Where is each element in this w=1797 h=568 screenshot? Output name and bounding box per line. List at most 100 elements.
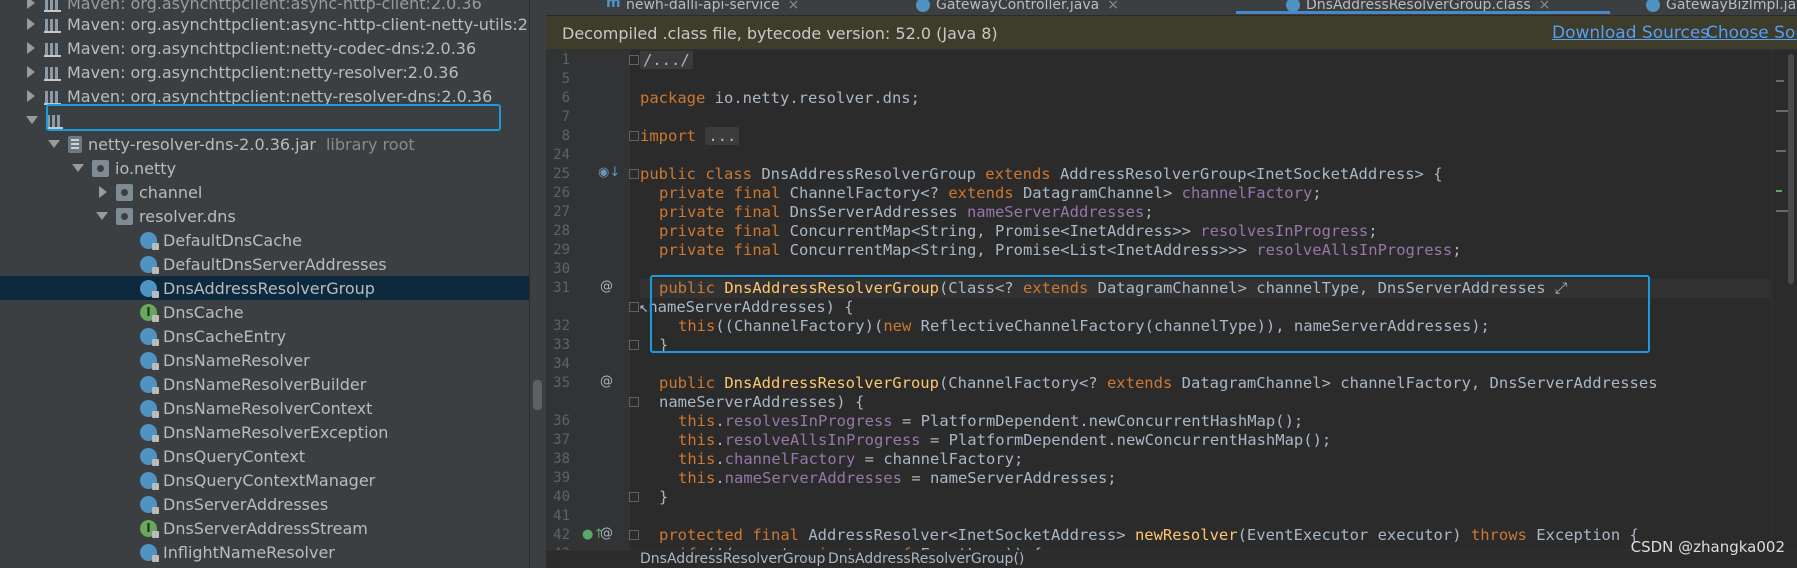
line-number: 38 [553,451,570,467]
code-text: } [659,336,669,354]
implementation-gutter-icon[interactable]: ◉↓ [598,165,620,180]
collapse-arrow-icon[interactable] [72,161,86,175]
line-number: 33 [553,337,570,353]
code-text: = channelFactory; [855,450,1024,468]
project-tree: Maven: org.asynchttpclient:async-http-cl… [0,0,529,568]
fold-toggle-icon[interactable] [629,131,639,141]
folded-imports[interactable]: ... [705,127,740,145]
minimap-mark [1776,110,1788,112]
tree-row-package-channel[interactable]: channel [0,180,529,204]
fold-toggle-icon[interactable] [629,302,639,312]
fold-toggle-icon[interactable] [629,55,639,65]
collapse-arrow-icon[interactable] [48,137,62,151]
fold-toggle-icon[interactable] [629,492,639,502]
tree-class-item[interactable]: DnsQueryContext [0,444,529,468]
fold-toggle-icon[interactable] [629,397,639,407]
breadcrumb-item[interactable]: DnsAddressResolverGroup [640,551,825,567]
tree-row-package-resolver-dns[interactable]: resolver.dns [0,204,529,228]
collapse-arrow-icon[interactable] [96,209,110,223]
code-area[interactable]: /.../ package io.netty.resolver.dns; imp… [639,50,1770,568]
tab-gateway-bizimpl[interactable]: GatewayBizImpl.java [1646,0,1797,14]
code-text: DnsServerAddresses [780,203,967,221]
code-text: = PlatformDependent. [892,412,1089,430]
editor-scrollbar[interactable] [1771,50,1797,568]
download-sources-link[interactable]: Download Sources [1552,23,1709,43]
choose-sources-link[interactable]: Choose Sources... [1706,23,1797,43]
class-label: DnsCache [163,302,244,322]
folded-header[interactable]: /.../ [640,51,693,69]
interface-icon: I [140,303,159,322]
tab-gateway-controller[interactable]: GatewayController.java × [916,0,1119,14]
code-text: Exception { [1526,526,1639,544]
code-line-31-wrap: ↖nameServerAddresses) { [639,298,854,317]
tree-class-item[interactable]: DnsServerAddresses [0,492,529,516]
line-gutter[interactable]: 1 5 6 7 8 24 25 26 27 28 29 30 31 32 33 … [546,50,639,568]
tree-row-label: Maven: org.asynchttpclient:netty-resolve… [67,86,493,106]
tab-module[interactable]: m newh-dalli-api-service × [606,0,799,14]
close-icon[interactable]: × [788,0,800,13]
field-name: nameServerAddresses [724,469,902,487]
tree-row-lib-5[interactable] [0,108,529,132]
fold-toggle-icon[interactable] [629,169,639,179]
fold-toggle-icon[interactable] [629,530,639,540]
line-number: 1 [561,52,570,68]
decompiled-banner: Decompiled .class file, bytecode version… [546,16,1797,50]
tree-scrollbar-thumb[interactable] [533,380,542,410]
annotation-gutter-icon[interactable]: @ [600,279,613,294]
code-text: io.netty.resolver.dns; [705,89,920,107]
library-icon [44,15,61,33]
expand-arrow-icon[interactable] [24,0,38,10]
tree-row-lib-2[interactable]: Maven: org.asynchttpclient:netty-codec-d… [0,36,529,60]
tree-class-item[interactable]: DnsQueryContextManager [0,468,529,492]
tree-class-item[interactable]: DnsNameResolverBuilder [0,372,529,396]
annotation-gutter-icon[interactable]: @ [600,526,613,541]
tree-class-item[interactable]: DnsNameResolverException [0,420,529,444]
code-editor: m newh-dalli-api-service × GatewayControll… [546,0,1797,568]
field-name: resolvesInProgress [724,412,893,430]
line-number: 34 [553,356,570,372]
field-name: resolvesInProgress [1200,222,1369,240]
tab-dns-address-resolver-group[interactable]: DnsAddressResolverGroup.class × [1236,0,1610,14]
tree-class-item[interactable]: I DnsServerAddressStream [0,516,529,540]
tree-class-item[interactable]: I DnsCache [0,300,529,324]
expand-arrow-icon[interactable] [96,185,110,199]
class-icon [140,255,159,274]
close-icon[interactable]: × [1107,0,1119,13]
tree-class-item[interactable]: DnsNameResolver [0,348,529,372]
class-label: InflightNameResolver [163,542,335,562]
fold-toggle-icon[interactable] [629,340,639,350]
keyword: extends [1106,374,1173,392]
expand-arrow-icon[interactable] [24,65,38,79]
tab-label: GatewayBizImpl.java [1666,0,1797,13]
code-line-36: this.resolvesInProgress = PlatformDepend… [678,412,1304,430]
editor-scrollbar-thumb[interactable] [1788,54,1794,284]
keyword: public [659,374,715,392]
annotation-gutter-icon[interactable]: @ [600,374,613,389]
line-number: 25 [553,166,570,182]
collapse-arrow-icon[interactable] [26,113,40,127]
tree-class-item-selected[interactable]: DnsAddressResolverGroup [0,276,529,300]
keyword: protected final [659,526,799,544]
keyword: private final [659,184,781,202]
close-icon[interactable]: × [1539,0,1551,11]
library-icon [46,111,63,129]
tree-class-item[interactable]: InflightNameResolver [0,540,529,564]
breadcrumb-item[interactable]: DnsAddressResolverGroup() [828,551,1024,567]
tree-class-item[interactable]: DefaultDnsCache [0,228,529,252]
tree-row-lib-4[interactable]: Maven: org.asynchttpclient:netty-resolve… [0,84,529,108]
tree-row-package-io-netty[interactable]: io.netty [0,156,529,180]
class-label: DnsServerAddresses [163,494,329,514]
tree-class-item[interactable]: DnsNameResolverContext [0,396,529,420]
tree-row-jar[interactable]: netty-resolver-dns-2.0.36.jar library ro… [0,132,529,156]
library-icon [44,87,61,105]
line-number: 36 [553,413,570,429]
tree-scrollbar-track[interactable] [529,0,546,568]
tree-row-lib-1[interactable]: Maven: org.asynchttpclient:async-http-cl… [0,12,529,36]
library-icon [44,63,61,81]
tree-class-item[interactable]: DnsCacheEntry [0,324,529,348]
expand-arrow-icon[interactable] [24,17,38,31]
expand-arrow-icon[interactable] [24,89,38,103]
tree-row-lib-3[interactable]: Maven: org.asynchttpclient:netty-resolve… [0,60,529,84]
tree-class-item[interactable]: DefaultDnsServerAddresses [0,252,529,276]
expand-arrow-icon[interactable] [24,41,38,55]
